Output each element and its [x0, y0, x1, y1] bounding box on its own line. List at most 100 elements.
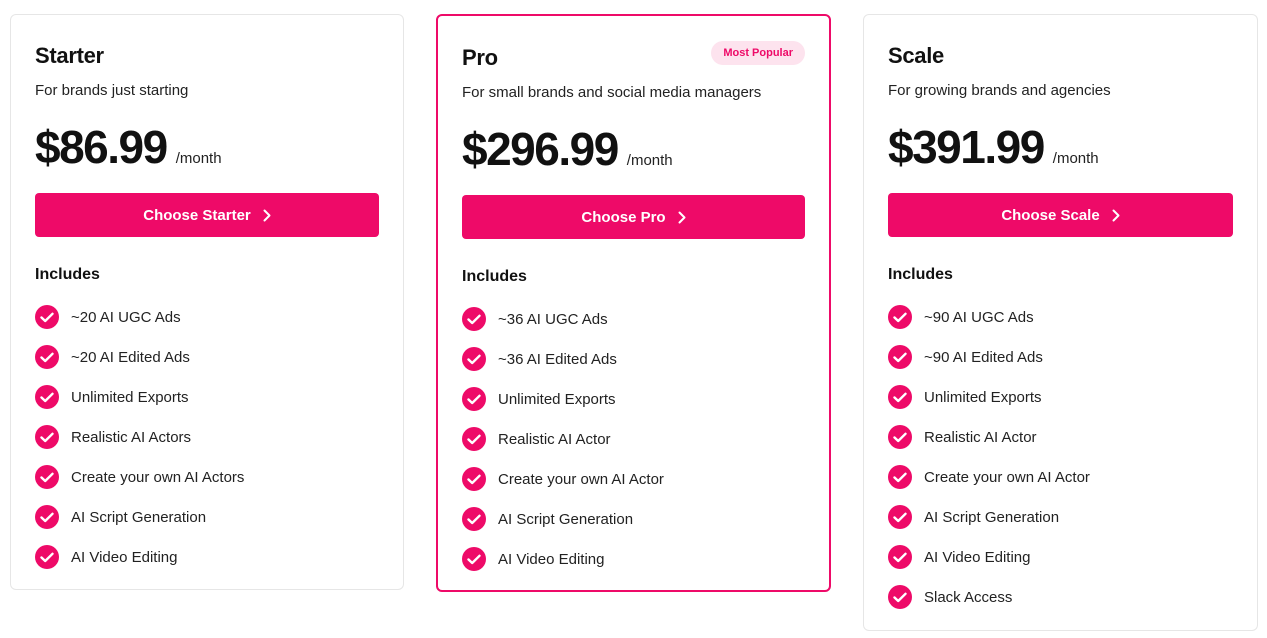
feature-label: Unlimited Exports — [498, 390, 616, 408]
check-circle-icon — [462, 467, 486, 491]
feature-item: AI Script Generation — [462, 499, 805, 539]
check-circle-icon — [462, 507, 486, 531]
feature-label: Unlimited Exports — [924, 388, 1042, 406]
check-circle-icon — [35, 305, 59, 329]
feature-label: Create your own AI Actor — [924, 468, 1090, 486]
feature-item: Realistic AI Actors — [35, 417, 379, 457]
price-period: /month — [175, 150, 222, 167]
feature-label: AI Video Editing — [498, 550, 605, 568]
feature-list: ~36 AI UGC Ads ~36 AI Edited Ads Unlimited… — [462, 299, 805, 579]
button-label: Choose Starter — [143, 206, 251, 224]
choose-scale-button[interactable]: Choose Scale — [888, 193, 1233, 237]
check-circle-icon — [888, 505, 912, 529]
feature-item: ~36 AI UGC Ads — [462, 299, 805, 339]
feature-item: Create your own AI Actors — [35, 457, 379, 497]
chevron-right-icon — [1112, 209, 1120, 222]
feature-item: ~90 AI UGC Ads — [888, 297, 1233, 337]
plan-card-starter: Starter For brands just starting $86.99 … — [10, 14, 404, 590]
feature-item: ~20 AI UGC Ads — [35, 297, 379, 337]
feature-label: Realistic AI Actors — [71, 428, 192, 446]
feature-item: AI Video Editing — [888, 537, 1233, 577]
feature-label: ~90 AI UGC Ads — [924, 308, 1034, 326]
plan-card-scale: Scale For growing brands and agencies $3… — [863, 14, 1258, 631]
feature-label: Realistic AI Actor — [498, 430, 611, 448]
feature-item: Unlimited Exports — [462, 379, 805, 419]
pricing-section: Starter For brands just starting $86.99 … — [0, 0, 1267, 638]
plan-name: Starter — [35, 43, 104, 68]
price-row: $296.99 /month — [462, 123, 805, 175]
feature-item: AI Script Generation — [888, 497, 1233, 537]
feature-item: AI Video Editing — [35, 537, 379, 577]
check-circle-icon — [35, 385, 59, 409]
check-circle-icon — [462, 307, 486, 331]
price-row: $86.99 /month — [35, 121, 379, 173]
feature-item: Slack Access — [888, 577, 1233, 617]
feature-item: Unlimited Exports — [35, 377, 379, 417]
feature-item: Realistic AI Actor — [462, 419, 805, 459]
check-circle-icon — [888, 305, 912, 329]
feature-label: AI Script Generation — [498, 510, 634, 528]
choose-pro-button[interactable]: Choose Pro — [462, 195, 805, 239]
check-circle-icon — [888, 465, 912, 489]
includes-heading: Includes — [888, 266, 953, 283]
feature-item: ~20 AI Edited Ads — [35, 337, 379, 377]
feature-item: Unlimited Exports — [888, 377, 1233, 417]
check-circle-icon — [888, 585, 912, 609]
price-row: $391.99 /month — [888, 121, 1233, 173]
feature-item: ~90 AI Edited Ads — [888, 337, 1233, 377]
button-label: Choose Pro — [581, 208, 666, 226]
plan-description: For small brands and social media manage… — [462, 84, 762, 101]
feature-label: Slack Access — [924, 588, 1013, 606]
feature-item: AI Video Editing — [462, 539, 805, 579]
check-circle-icon — [888, 345, 912, 369]
check-circle-icon — [35, 545, 59, 569]
price-period: /month — [1052, 150, 1099, 167]
check-circle-icon — [462, 547, 486, 571]
plan-price: $391.99 — [888, 121, 1045, 173]
plan-price: $296.99 — [462, 123, 619, 175]
feature-label: AI Script Generation — [71, 508, 207, 526]
feature-item: ~36 AI Edited Ads — [462, 339, 805, 379]
includes-heading: Includes — [462, 268, 527, 285]
feature-item: Realistic AI Actor — [888, 417, 1233, 457]
plan-name: Pro — [462, 45, 498, 70]
check-circle-icon — [888, 425, 912, 449]
feature-item: AI Script Generation — [35, 497, 379, 537]
chevron-right-icon — [263, 209, 271, 222]
check-circle-icon — [35, 425, 59, 449]
button-label: Choose Scale — [1001, 206, 1100, 224]
check-circle-icon — [462, 387, 486, 411]
includes-heading: Includes — [35, 266, 100, 283]
check-circle-icon — [462, 427, 486, 451]
feature-label: ~20 AI Edited Ads — [71, 348, 190, 366]
check-circle-icon — [35, 345, 59, 369]
feature-label: Create your own AI Actors — [71, 468, 245, 486]
check-circle-icon — [35, 465, 59, 489]
feature-label: ~36 AI UGC Ads — [498, 310, 608, 328]
feature-list: ~20 AI UGC Ads ~20 AI Edited Ads Unlimited… — [35, 297, 379, 577]
chevron-right-icon — [678, 211, 686, 224]
feature-label: AI Video Editing — [71, 548, 178, 566]
feature-label: Unlimited Exports — [71, 388, 189, 406]
check-circle-icon — [35, 505, 59, 529]
feature-label: AI Script Generation — [924, 508, 1060, 526]
plan-description: For brands just starting — [35, 82, 189, 99]
feature-label: ~20 AI UGC Ads — [71, 308, 181, 326]
feature-label: Realistic AI Actor — [924, 428, 1037, 446]
feature-list: ~90 AI UGC Ads ~90 AI Edited Ads Unlimited… — [888, 297, 1233, 617]
feature-label: AI Video Editing — [924, 548, 1031, 566]
feature-label: Create your own AI Actor — [498, 470, 664, 488]
check-circle-icon — [462, 347, 486, 371]
price-period: /month — [626, 152, 673, 169]
plan-card-pro: Most Popular Pro For small brands and so… — [436, 14, 831, 592]
plan-description: For growing brands and agencies — [888, 82, 1111, 99]
check-circle-icon — [888, 385, 912, 409]
feature-item: Create your own AI Actor — [888, 457, 1233, 497]
plan-name: Scale — [888, 43, 944, 68]
feature-item: Create your own AI Actor — [462, 459, 805, 499]
choose-starter-button[interactable]: Choose Starter — [35, 193, 379, 237]
feature-label: ~36 AI Edited Ads — [498, 350, 617, 368]
check-circle-icon — [888, 545, 912, 569]
feature-label: ~90 AI Edited Ads — [924, 348, 1043, 366]
plan-price: $86.99 — [35, 121, 168, 173]
